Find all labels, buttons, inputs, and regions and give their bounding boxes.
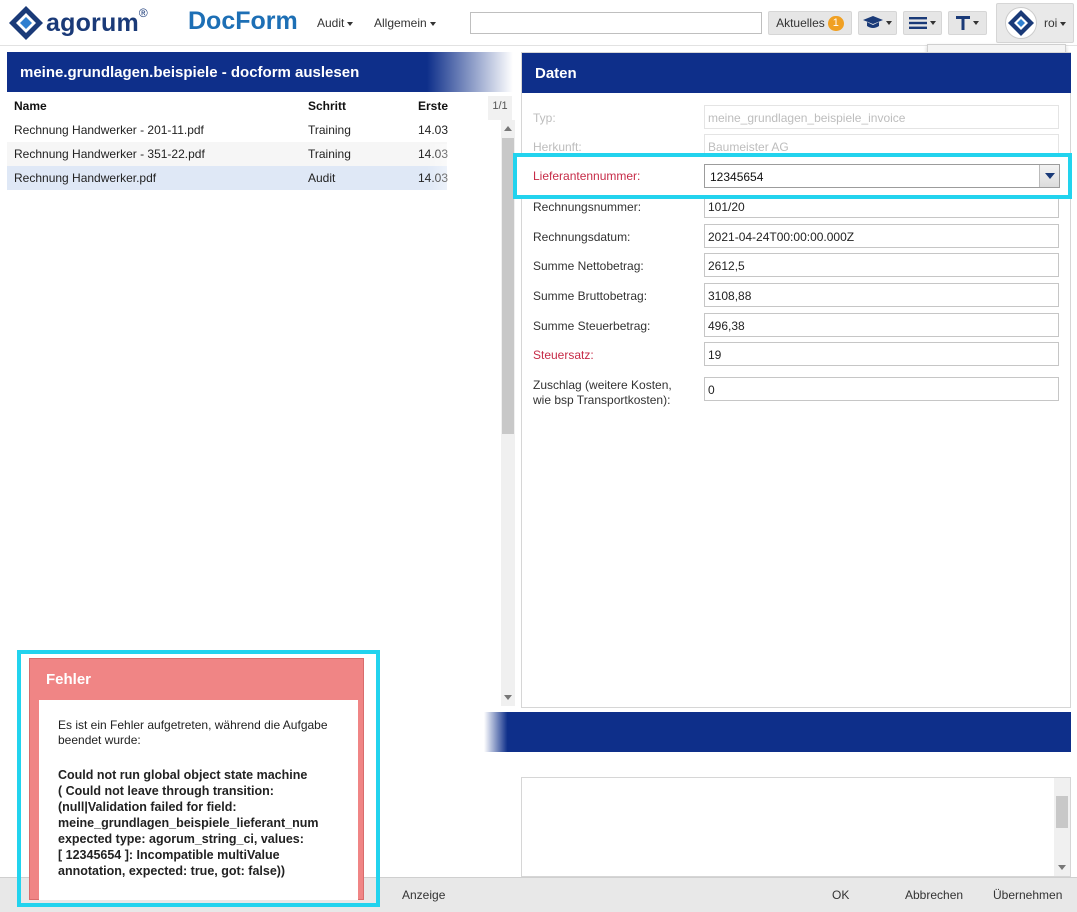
row-schritt: Training bbox=[308, 123, 351, 137]
field-label-rechnungsdatum: Rechnungsdatum: bbox=[533, 230, 631, 244]
learning-button[interactable] bbox=[858, 11, 897, 35]
field-label-summe-steuer: Summe Steuerbetrag: bbox=[533, 319, 651, 333]
error-detail: Could not run global object state machin… bbox=[58, 768, 319, 878]
scroll-down-icon[interactable] bbox=[1058, 865, 1066, 870]
table-row[interactable]: Rechnung Handwerker - 351-22.pdf Trainin… bbox=[7, 142, 448, 166]
ok-button[interactable]: OK bbox=[832, 888, 849, 902]
uebernehmen-button[interactable]: Übernehmen bbox=[993, 888, 1062, 902]
column-header-erstellt[interactable]: Erste bbox=[418, 99, 448, 113]
top-bar: agorum® DocForm Audit Allgemein Aktuelle… bbox=[0, 0, 1077, 46]
field-label-summe-brutto: Summe Bruttobetrag: bbox=[533, 289, 648, 303]
avatar bbox=[1005, 7, 1037, 39]
row-schritt: Audit bbox=[308, 171, 336, 185]
field-label-zuschlag-line1: Zuschlag (weitere Kosten, bbox=[533, 378, 672, 392]
chevron-down-icon bbox=[886, 21, 892, 25]
panel-title: meine.grundlagen.beispiele - docform aus… bbox=[7, 52, 513, 92]
graduation-cap-icon bbox=[863, 16, 883, 28]
field-typ: meine_grundlagen_beispiele_invoice bbox=[704, 105, 1059, 129]
error-dialog: Fehler Es ist ein Fehler aufgetreten, wä… bbox=[29, 658, 364, 900]
abbrechen-button[interactable]: Abbrechen bbox=[905, 888, 963, 902]
aktuelles-label: Aktuelles bbox=[776, 16, 825, 30]
scroll-down-icon[interactable] bbox=[504, 695, 512, 700]
menu-allgemein[interactable]: Allgemein bbox=[374, 16, 436, 30]
chevron-down-icon bbox=[347, 21, 354, 26]
document-list-panel: meine.grundlagen.beispiele - docform aus… bbox=[7, 52, 515, 710]
user-name: roi bbox=[1044, 16, 1067, 30]
field-summe-brutto[interactable]: 3108,88 bbox=[704, 283, 1059, 307]
error-dialog-title: Fehler bbox=[46, 671, 92, 688]
logo-text: agorum® bbox=[46, 5, 148, 37]
main-menu-button[interactable] bbox=[903, 11, 942, 35]
hamburger-menu-icon bbox=[909, 17, 927, 29]
field-label-zuschlag: Zuschlag (weitere Kosten, wie bsp Transp… bbox=[533, 378, 672, 408]
grid-header: Name Schritt Erste bbox=[7, 94, 482, 118]
bottom-text-area[interactable] bbox=[521, 777, 1071, 877]
scrollbar[interactable] bbox=[1054, 778, 1070, 876]
chevron-down-icon bbox=[1045, 173, 1055, 179]
app-title: DocForm bbox=[188, 7, 298, 35]
field-label-zuschlag-line2: wie bsp Transportkosten): bbox=[533, 393, 671, 407]
field-label-summe-netto: Summe Nettobetrag: bbox=[533, 259, 644, 273]
lieferantennummer-value: 12345654 bbox=[710, 170, 764, 184]
user-menu-button[interactable]: roi bbox=[996, 3, 1074, 43]
table-row[interactable]: Rechnung Handwerker - 201-11.pdf Trainin… bbox=[7, 118, 449, 142]
field-summe-steuer[interactable]: 496,38 bbox=[704, 313, 1059, 337]
text-tool-icon bbox=[956, 16, 970, 30]
field-label-herkunft: Herkunft: bbox=[533, 140, 582, 154]
error-intro: Es ist ein Fehler aufgetreten, während d… bbox=[58, 718, 328, 747]
error-dialog-body: Es ist ein Fehler aufgetreten, während d… bbox=[39, 700, 358, 900]
chevron-down-icon bbox=[429, 21, 436, 26]
column-header-name[interactable]: Name bbox=[14, 99, 47, 113]
row-schritt: Training bbox=[308, 147, 351, 161]
field-label-steuersatz: Steuersatz: bbox=[533, 348, 594, 362]
field-label-typ: Typ: bbox=[533, 111, 556, 125]
scrollbar[interactable] bbox=[501, 120, 515, 706]
aktuelles-button[interactable]: Aktuelles 1 bbox=[768, 11, 852, 35]
menu-allgemein-label: Allgemein bbox=[374, 16, 427, 30]
search-input[interactable] bbox=[470, 12, 762, 34]
row-name: Rechnung Handwerker - 351-22.pdf bbox=[14, 147, 205, 161]
text-tool-button[interactable] bbox=[948, 11, 987, 35]
chevron-down-icon bbox=[973, 21, 979, 25]
panel-title: Daten bbox=[522, 53, 1071, 93]
agorum-logo[interactable]: agorum® bbox=[8, 5, 148, 41]
menu-audit[interactable]: Audit bbox=[317, 16, 354, 30]
dropdown-trigger[interactable] bbox=[1039, 165, 1059, 187]
menu-audit-label: Audit bbox=[317, 16, 345, 30]
highlight-lieferantennummer: Lieferantennummer: 12345654 bbox=[513, 153, 1072, 199]
scroll-up-icon[interactable] bbox=[504, 126, 512, 131]
row-name: Rechnung Handwerker.pdf bbox=[14, 171, 157, 185]
field-label-rechnungsnummer: Rechnungsnummer: bbox=[533, 200, 642, 214]
notification-badge: 1 bbox=[827, 15, 844, 31]
row-name: Rechnung Handwerker - 201-11.pdf bbox=[14, 123, 204, 137]
chevron-down-icon bbox=[1060, 21, 1067, 26]
chevron-down-icon bbox=[930, 21, 936, 25]
row-date: 14.03 bbox=[418, 123, 449, 137]
scrollbar-thumb[interactable] bbox=[1056, 796, 1068, 828]
agorum-logo-icon bbox=[1008, 10, 1034, 36]
column-header-schritt[interactable]: Schritt bbox=[308, 99, 346, 113]
agorum-logo-icon bbox=[9, 6, 43, 40]
field-steuersatz[interactable]: 19 bbox=[704, 342, 1059, 366]
anzeige-button[interactable]: Anzeige bbox=[402, 888, 445, 902]
table-row-selected[interactable]: Rechnung Handwerker.pdf Audit 14.03 bbox=[7, 166, 448, 190]
bottom-panel-header bbox=[484, 712, 1071, 752]
data-form-panel: Daten Typ: meine_grundlagen_beispiele_in… bbox=[521, 52, 1071, 708]
field-label-lieferantennummer: Lieferantennummer: bbox=[533, 169, 641, 183]
lieferantennummer-combobox[interactable]: 12345654 bbox=[704, 164, 1060, 188]
pager: 1/1 bbox=[488, 96, 512, 120]
field-zuschlag[interactable]: 0 bbox=[704, 377, 1059, 401]
field-rechnungsdatum[interactable]: 2021-04-24T00:00:00.000Z bbox=[704, 224, 1059, 248]
fade-overlay bbox=[427, 144, 497, 704]
field-summe-netto[interactable]: 2612,5 bbox=[704, 253, 1059, 277]
